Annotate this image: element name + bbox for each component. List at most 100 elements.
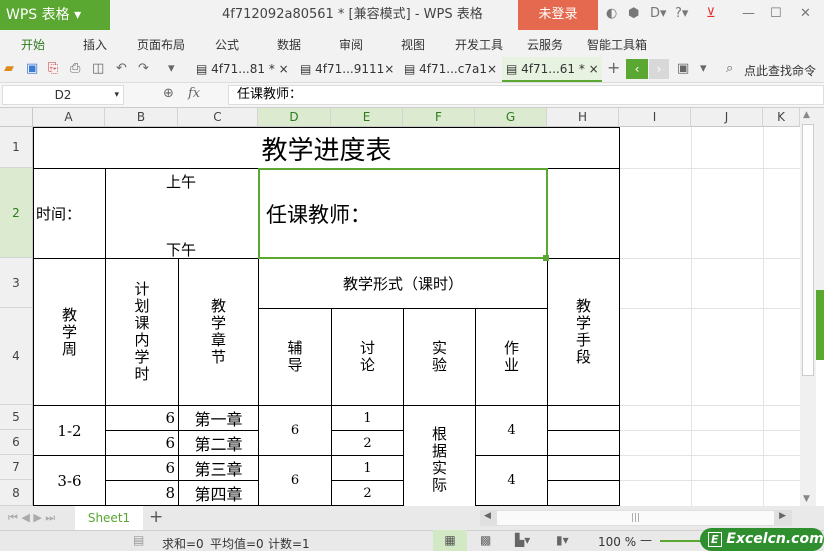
minimize-icon[interactable]: —	[742, 6, 755, 21]
cell-c7[interactable]: 第三章	[178, 455, 259, 481]
cell-g7[interactable]: 4	[475, 455, 548, 506]
wps-menu-button[interactable]: WPS 表格 ▾	[0, 0, 110, 30]
cell-title[interactable]: 教学进度表	[33, 127, 620, 169]
maximize-icon[interactable]: ☐	[770, 6, 782, 21]
menu-page-layout[interactable]: 页面布局	[137, 36, 185, 53]
doc-tab[interactable]: ▤ 4f71...9111×	[296, 57, 396, 82]
cell-means-header[interactable]: 教学手段	[547, 258, 620, 406]
skin-icon[interactable]: ◐	[606, 6, 617, 21]
fill-handle[interactable]	[543, 255, 549, 261]
cell-week-2[interactable]: 3-6	[33, 455, 106, 506]
menu-formula[interactable]: 公式	[215, 36, 239, 53]
row-header-8[interactable]: 8	[0, 480, 33, 506]
col-header-b[interactable]: B	[105, 108, 178, 127]
cell-d5[interactable]: 6	[258, 405, 332, 456]
cell-h2[interactable]	[547, 168, 620, 259]
command-search[interactable]: 点此查找命令	[744, 62, 816, 79]
col-header-d[interactable]: D	[258, 108, 331, 127]
cell-c8[interactable]: 第四章	[178, 480, 259, 506]
row-header-1[interactable]: 1	[0, 127, 33, 168]
menu-review[interactable]: 审阅	[339, 36, 363, 53]
collapse-icon[interactable]: ▾	[700, 61, 707, 76]
prev-tab-icon[interactable]: ‹	[626, 59, 648, 79]
sheet-nav-icons[interactable]: ⏮ ◀ ▶ ⏭	[8, 511, 55, 525]
menu-cloud[interactable]: 云服务	[527, 36, 563, 53]
print-icon[interactable]: ⎙	[70, 61, 80, 76]
zoom-level[interactable]: 100 %	[598, 535, 636, 549]
function-icon[interactable]: fx	[188, 86, 200, 101]
reading-mode-icon[interactable]: ▮▾	[556, 533, 569, 547]
menu-insert[interactable]: 插入	[83, 36, 107, 53]
close-tab-icon[interactable]: ×	[384, 62, 394, 76]
cell-am-pm[interactable]: 上午 下午	[105, 168, 259, 259]
doc-tab-active[interactable]: ▤ 4f71...61 * ×	[502, 57, 602, 82]
cell-h8[interactable]	[547, 480, 620, 506]
col-header-g[interactable]: G	[475, 108, 547, 127]
side-panel-handle[interactable]	[816, 290, 824, 360]
col-header-h[interactable]: H	[547, 108, 619, 127]
zoom-out-icon[interactable]: —	[640, 533, 652, 547]
cell-discuss[interactable]: 讨论	[331, 308, 404, 406]
select-all-corner[interactable]	[0, 108, 33, 127]
search-icon[interactable]: ⌕	[726, 61, 733, 76]
close-tab-icon[interactable]: ×	[487, 62, 497, 76]
cell-e8[interactable]: 2	[331, 480, 404, 506]
col-header-e[interactable]: E	[331, 108, 403, 127]
export-pdf-icon[interactable]: ⎘	[48, 61, 58, 76]
close-tab-icon[interactable]: ×	[279, 62, 289, 76]
cell-d7[interactable]: 6	[258, 455, 332, 506]
close-icon[interactable]: ✕	[800, 6, 811, 21]
screen-icon[interactable]: ▣	[677, 61, 689, 76]
normal-view-icon[interactable]: ▦	[433, 530, 467, 551]
scroll-down-icon[interactable]: ▼	[803, 494, 810, 504]
col-header-a[interactable]: A	[33, 108, 105, 127]
cell-chapter-header[interactable]: 教学章节	[178, 258, 259, 406]
scroll-right-icon[interactable]: ▶	[779, 511, 786, 521]
row-header-2[interactable]: 2	[0, 168, 33, 258]
row-header-7[interactable]: 7	[0, 455, 33, 480]
page-break-view-icon[interactable]: ▩	[480, 533, 491, 547]
scroll-left-icon[interactable]: ◀	[484, 511, 491, 521]
cell-e5[interactable]: 1	[331, 405, 404, 431]
cell-week-header[interactable]: 教学周	[33, 258, 106, 406]
new-tab-icon[interactable]: +	[607, 58, 620, 77]
doc-tab[interactable]: ▤ 4f71...c7a1×	[400, 57, 500, 82]
login-button[interactable]: 未登录	[518, 0, 598, 30]
cell-h6[interactable]	[547, 430, 620, 456]
cell-h5[interactable]	[547, 405, 620, 431]
save-icon[interactable]: ▣	[26, 61, 38, 76]
cell-b5[interactable]: 6	[105, 405, 179, 431]
print-preview-icon[interactable]: ◫	[92, 61, 104, 76]
close-tab-icon[interactable]: ×	[589, 62, 599, 76]
hscroll-thumb[interactable]: |||	[497, 511, 774, 525]
cell-b8[interactable]: 8	[105, 480, 179, 506]
cell-c5[interactable]: 第一章	[178, 405, 259, 431]
cell-homework[interactable]: 作业	[475, 308, 548, 406]
col-header-f[interactable]: F	[403, 108, 475, 127]
row-header-4[interactable]: 4	[0, 308, 33, 405]
menu-home[interactable]: 开始	[21, 36, 45, 53]
col-header-k[interactable]: K	[763, 108, 800, 127]
formula-input[interactable]: 任课教师：	[228, 85, 824, 105]
redo-icon[interactable]: ↷	[138, 61, 149, 76]
add-sheet-icon[interactable]: +	[149, 507, 163, 527]
chevron-down-icon[interactable]: ▾	[114, 86, 119, 104]
cell-c6[interactable]: 第二章	[178, 430, 259, 456]
cell-tutor[interactable]: 辅导	[258, 308, 332, 406]
cell-h7[interactable]	[547, 455, 620, 481]
settings-icon[interactable]: ⬢	[628, 6, 639, 21]
row-header-3[interactable]: 3	[0, 258, 33, 308]
help-icon[interactable]: ?▾	[675, 6, 688, 21]
menu-view[interactable]: 视图	[401, 36, 425, 53]
row-header-6[interactable]: 6	[0, 430, 33, 455]
open-icon[interactable]: ▰	[4, 61, 14, 76]
cell-g5[interactable]: 4	[475, 405, 548, 456]
row-header-5[interactable]: 5	[0, 405, 33, 430]
cell-b7[interactable]: 6	[105, 455, 179, 481]
cell-e6[interactable]: 2	[331, 430, 404, 456]
page-layout-view-icon[interactable]: ▙▾	[515, 533, 530, 547]
cell-week-1[interactable]: 1-2	[33, 405, 106, 456]
download-icon[interactable]: ⊻	[706, 6, 716, 21]
cell-e7[interactable]: 1	[331, 455, 404, 481]
zoom-formula-icon[interactable]: ⊕	[163, 86, 174, 101]
